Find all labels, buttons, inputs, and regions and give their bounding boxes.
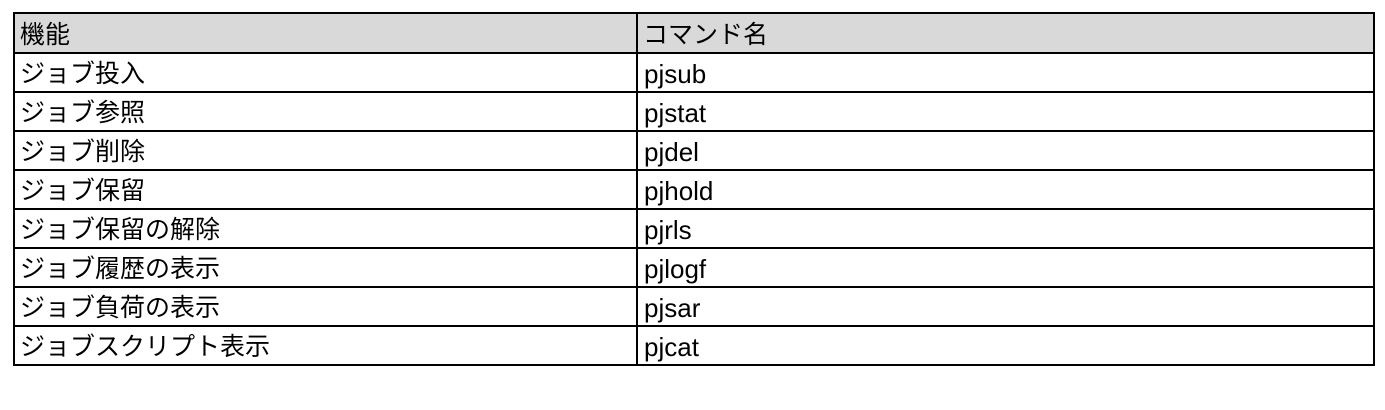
header-function: 機能 — [13, 12, 638, 54]
command-cell: pjsub — [636, 52, 1375, 93]
table-row: ジョブ削除 pjdel — [13, 130, 1375, 171]
function-cell: ジョブスクリプト表示 — [13, 325, 638, 366]
table-header: 機能 コマンド名 — [13, 12, 1375, 54]
function-cell: ジョブ参照 — [13, 91, 638, 132]
header-command-name: コマンド名 — [636, 12, 1375, 54]
table-row: ジョブ保留 pjhold — [13, 169, 1375, 210]
table-row: ジョブ投入 pjsub — [13, 52, 1375, 93]
function-cell: ジョブ削除 — [13, 130, 638, 171]
function-cell: ジョブ履歴の表示 — [13, 247, 638, 288]
command-cell: pjlogf — [636, 247, 1375, 288]
function-cell: ジョブ投入 — [13, 52, 638, 93]
command-cell: pjsar — [636, 286, 1375, 327]
table-row: ジョブ保留の解除 pjrls — [13, 208, 1375, 249]
command-table: 機能 コマンド名 ジョブ投入 pjsub ジョブ参照 pjstat ジョブ削除 … — [13, 12, 1375, 366]
header-row: 機能 コマンド名 — [13, 12, 1375, 54]
function-cell: ジョブ保留の解除 — [13, 208, 638, 249]
table-row: ジョブ負荷の表示 pjsar — [13, 286, 1375, 327]
command-cell: pjhold — [636, 169, 1375, 210]
command-cell: pjstat — [636, 91, 1375, 132]
command-cell: pjrls — [636, 208, 1375, 249]
command-cell: pjcat — [636, 325, 1375, 366]
table-row: ジョブスクリプト表示 pjcat — [13, 325, 1375, 366]
table-row: ジョブ履歴の表示 pjlogf — [13, 247, 1375, 288]
table-body: ジョブ投入 pjsub ジョブ参照 pjstat ジョブ削除 pjdel ジョブ… — [13, 52, 1375, 366]
function-cell: ジョブ保留 — [13, 169, 638, 210]
function-cell: ジョブ負荷の表示 — [13, 286, 638, 327]
table-row: ジョブ参照 pjstat — [13, 91, 1375, 132]
command-cell: pjdel — [636, 130, 1375, 171]
